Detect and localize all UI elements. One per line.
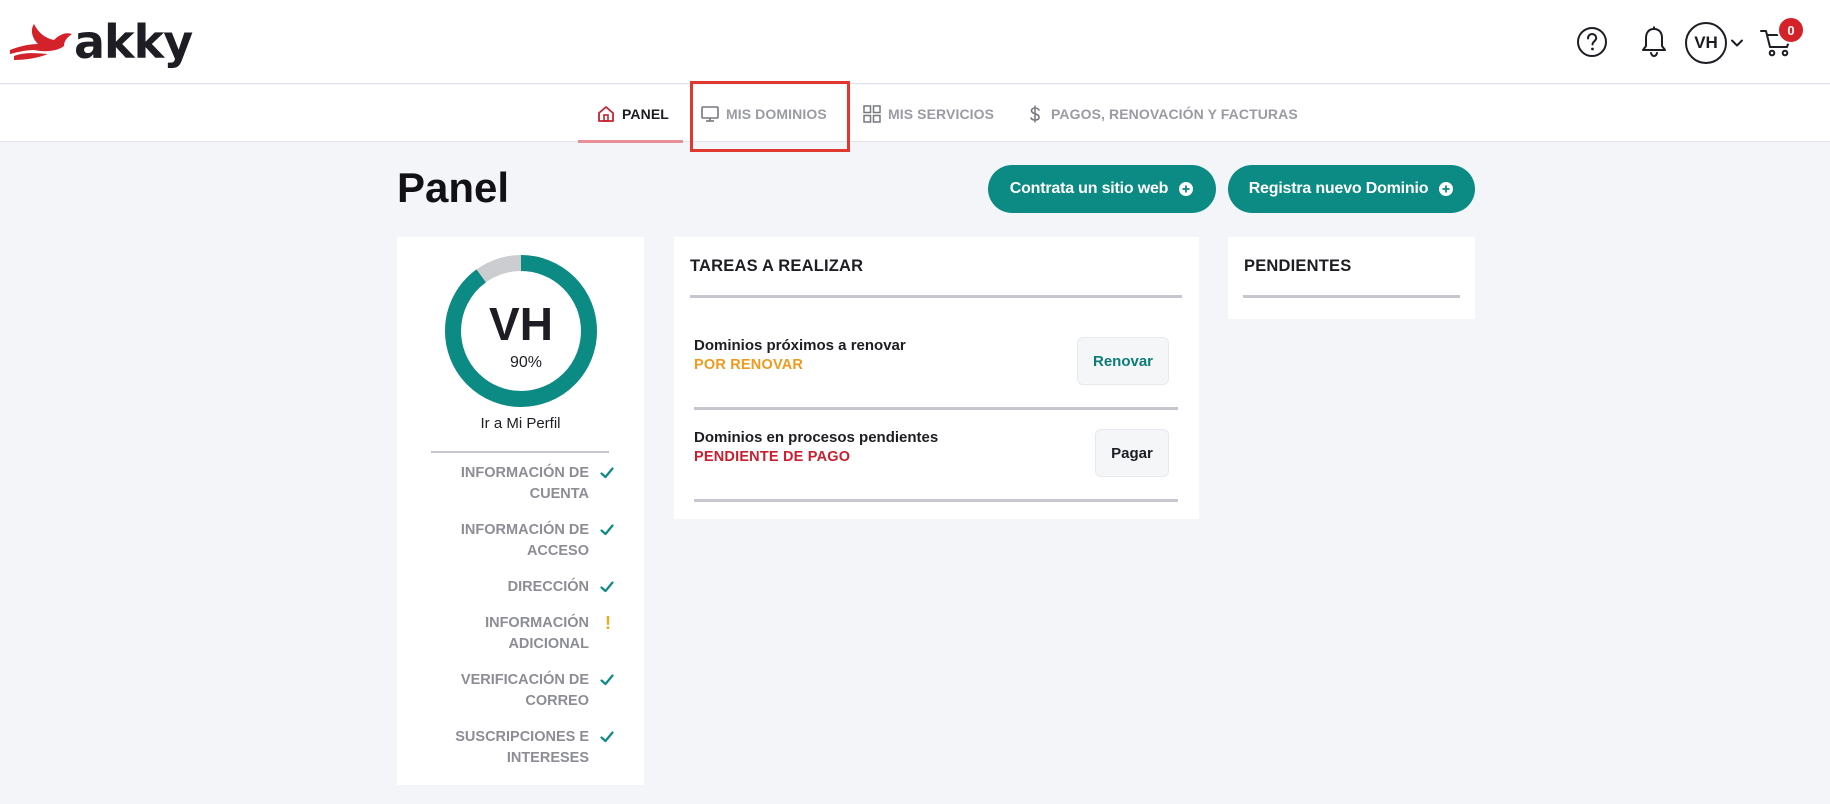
notifications-bell-icon[interactable]: [1638, 25, 1670, 59]
contratar-sitio-web-button[interactable]: Contrata un sitio web: [988, 165, 1216, 213]
dollar-icon: [1030, 105, 1040, 122]
rabbit-logo-icon: [10, 24, 72, 60]
plus-circle-icon: [1179, 182, 1194, 196]
main-nav: PANEL MIS DOMINIOS MIS SERVICIOS PAGOS, …: [0, 85, 1830, 143]
task-status: POR RENOVAR: [694, 357, 804, 373]
tab-pagos-label: PAGOS, RENOVACIÓN Y FACTURAS: [1051, 105, 1298, 122]
tab-pagos[interactable]: PAGOS, RENOVACIÓN Y FACTURAS: [1025, 85, 1298, 142]
task-status: PENDIENTE DE PAGO: [694, 449, 851, 465]
user-avatar[interactable]: VH: [1685, 22, 1727, 64]
cart-count-badge: 0: [1777, 16, 1805, 44]
check-icon: [600, 467, 614, 479]
divider: [694, 407, 1178, 410]
pending-card: PENDIENTES: [1228, 237, 1475, 319]
registrar-dominio-button[interactable]: Registra nuevo Dominio: [1228, 165, 1475, 213]
divider: [431, 451, 609, 453]
profile-card: VH 90% Ir a Mi Perfil INFORMACIÓN DE CUEN…: [397, 237, 644, 785]
home-icon: [598, 105, 614, 122]
task-name: Dominios en procesos pendientes: [694, 429, 939, 446]
grid-icon: [863, 104, 881, 123]
profile-item-label: DIRECCIÓN: [507, 579, 589, 595]
tab-mis-servicios-label: MIS SERVICIOS: [888, 105, 995, 122]
help-icon[interactable]: [1576, 26, 1608, 58]
top-header: akky VH 0: [0, 0, 1830, 84]
divider: [690, 295, 1182, 298]
warning-icon: !: [605, 613, 611, 633]
registrar-dominio-label: Registra nuevo Dominio: [1248, 180, 1429, 197]
highlight-box: [690, 81, 850, 152]
profile-item-label: VERIFICACIÓN DE CORREO: [460, 672, 589, 709]
profile-item-label: INFORMACIÓN ADICIONAL: [485, 615, 589, 652]
tab-panel[interactable]: PANEL: [578, 85, 683, 143]
chevron-down-icon[interactable]: [1730, 36, 1744, 50]
profile-link[interactable]: Ir a Mi Perfil: [397, 415, 644, 432]
profile-item-label: SUSCRIPCIONES E INTERESES: [455, 729, 589, 766]
profile-initials: VH: [489, 298, 553, 350]
tab-mis-servicios[interactable]: MIS SERVICIOS: [862, 85, 994, 142]
pending-title: PENDIENTES: [1244, 257, 1352, 275]
header-actions: VH 0: [1570, 16, 1830, 64]
check-icon: [600, 581, 614, 593]
pagar-button[interactable]: Pagar: [1095, 429, 1169, 477]
akky-logo[interactable]: akky: [8, 15, 193, 69]
profile-item-label: INFORMACIÓN DE CUENTA: [460, 465, 589, 502]
contratar-sitio-web-label: Contrata un sitio web: [1009, 180, 1169, 197]
divider: [694, 499, 1178, 502]
tab-panel-label: PANEL: [622, 105, 669, 122]
tasks-card: TAREAS A REALIZAR Dominios próximos a re…: [674, 237, 1199, 519]
renovar-button[interactable]: Renovar: [1077, 337, 1169, 385]
profile-completion-percent: 90%: [509, 354, 543, 371]
task-name: Dominios próximos a renovar: [694, 337, 906, 354]
page-title: Panel: [397, 164, 510, 211]
logo-text: akky: [74, 15, 193, 69]
check-icon: [600, 524, 614, 536]
check-icon: [600, 674, 614, 686]
tasks-title: TAREAS A REALIZAR: [690, 257, 864, 275]
check-icon: [600, 731, 614, 743]
profile-item-label: INFORMACIÓN DE ACCESO: [460, 522, 589, 559]
divider: [1243, 295, 1460, 298]
plus-circle-icon: [1439, 182, 1454, 196]
